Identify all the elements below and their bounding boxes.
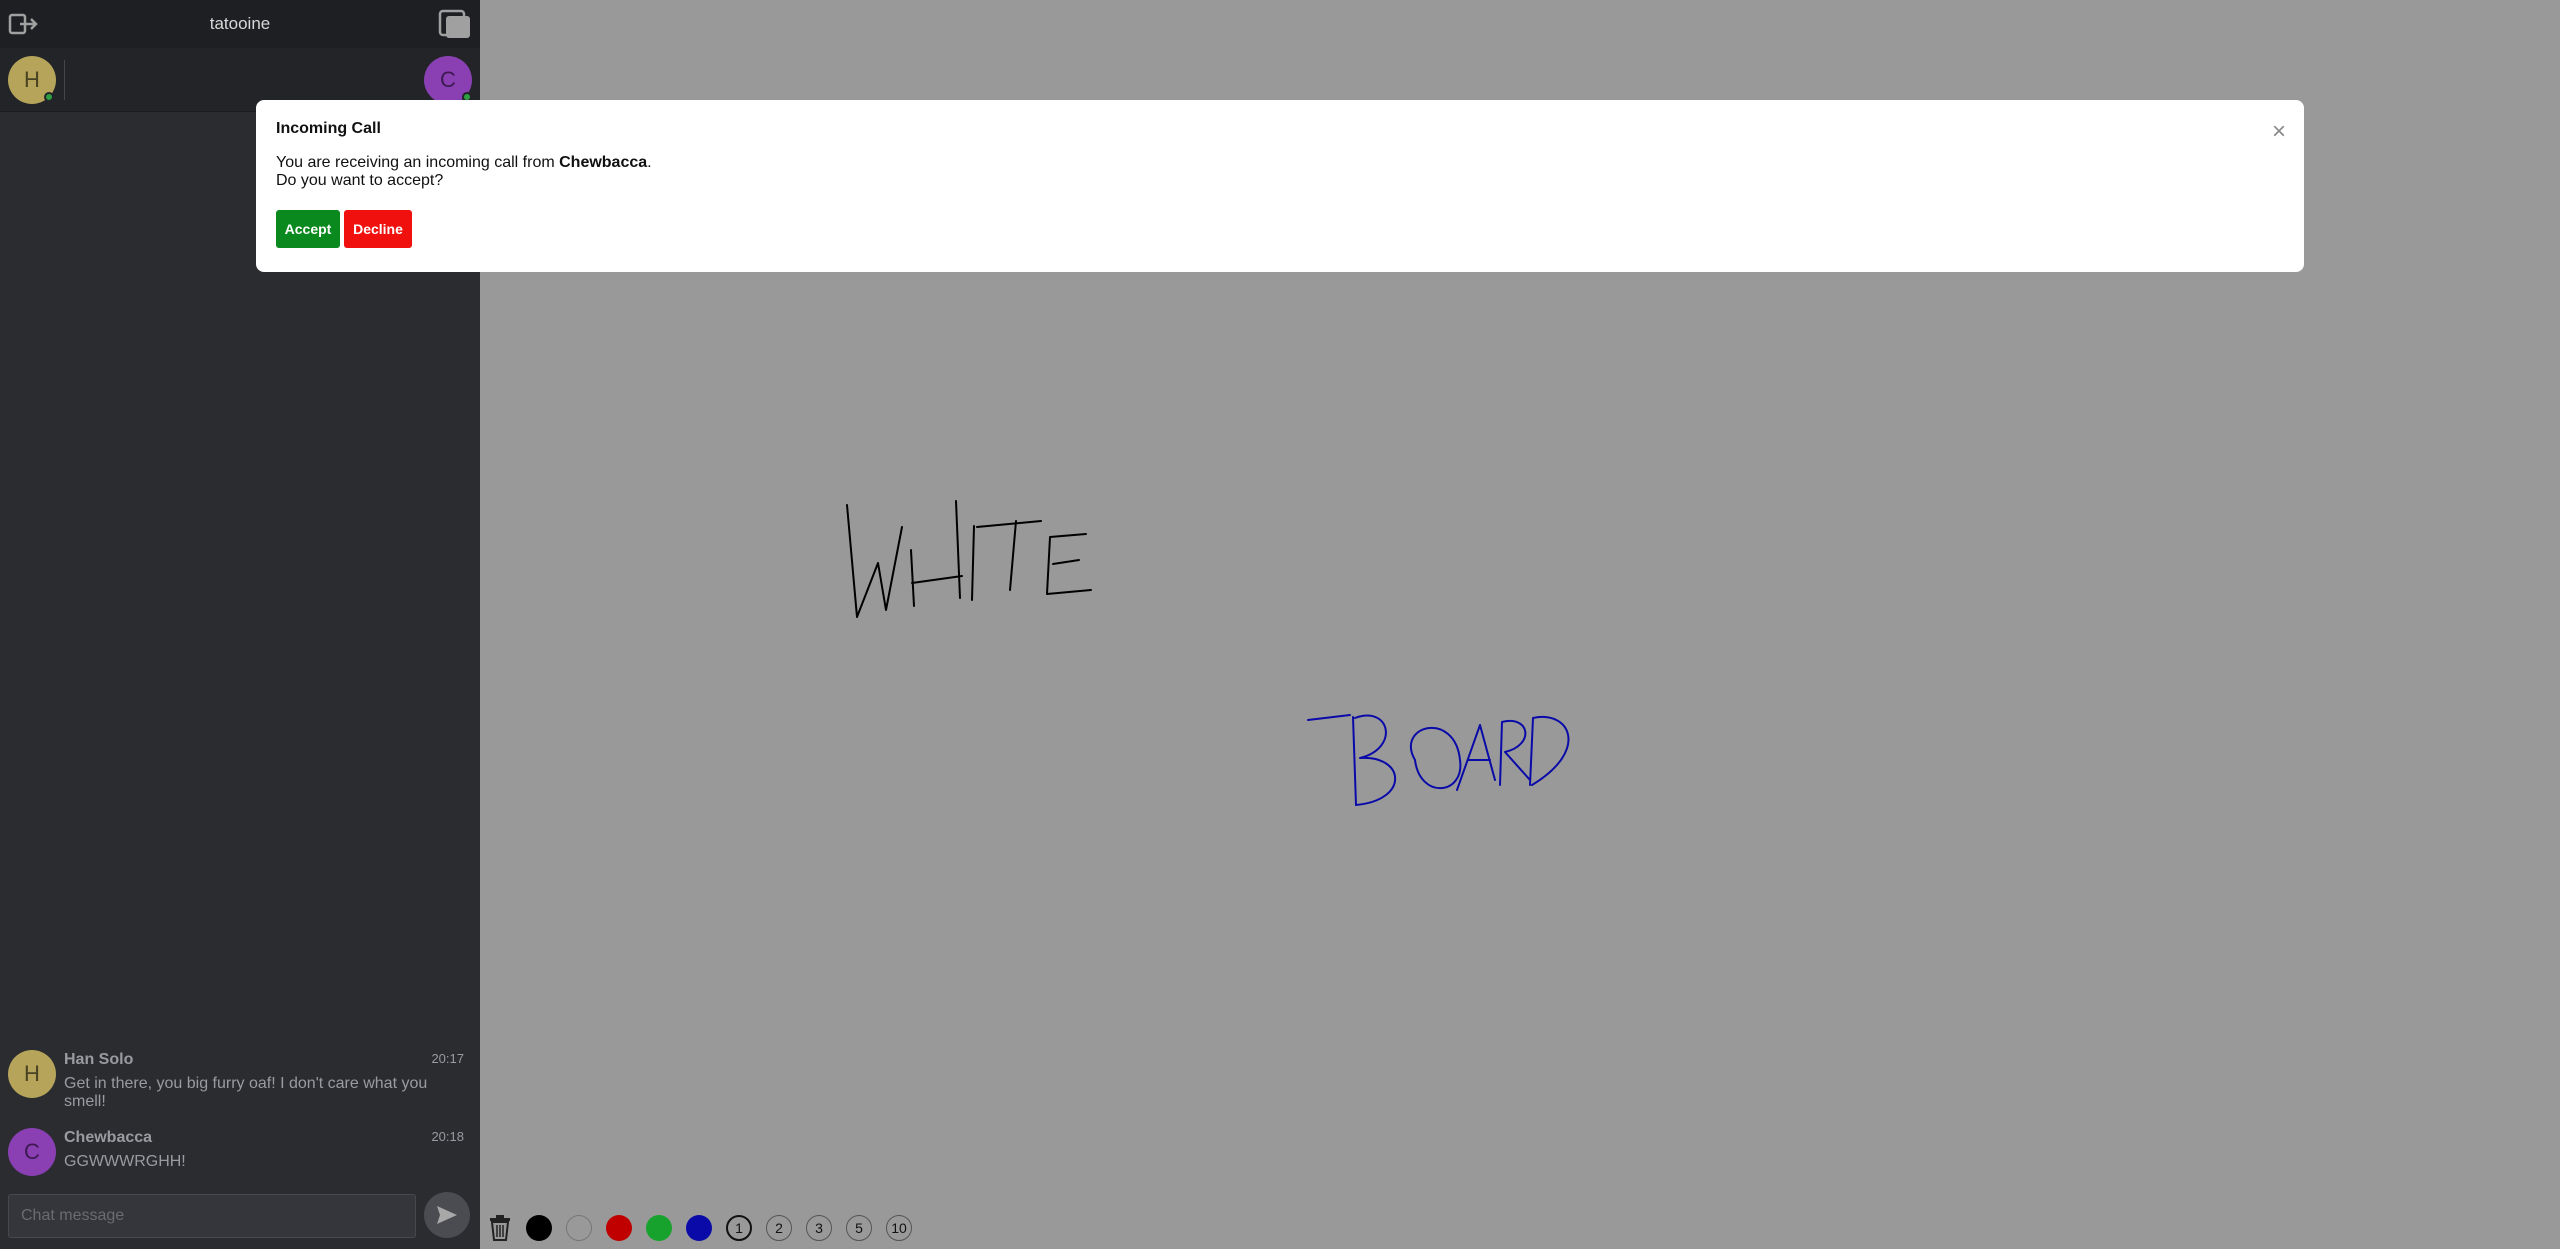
avatar-initial: H [24, 67, 40, 92]
brush-size-button[interactable]: 1 [726, 1215, 752, 1241]
brush-size-button[interactable]: 3 [806, 1215, 832, 1241]
drawing-word-board [1307, 714, 1570, 806]
chat-message-input[interactable] [8, 1194, 416, 1238]
trash-icon[interactable] [488, 1214, 512, 1242]
decline-button[interactable]: Decline [344, 210, 412, 248]
avatar: C [8, 1128, 56, 1176]
dialog-question: Do you want to accept? [276, 172, 444, 189]
avatar-initial: C [440, 67, 456, 92]
whiteboard-toolbar: 1 2 3 5 10 [488, 1212, 926, 1244]
avatar: H [8, 1050, 56, 1098]
sidebar-header: tatooine [0, 0, 480, 48]
color-swatch-blue[interactable] [686, 1215, 712, 1241]
message-time: 20:18 [431, 1129, 464, 1144]
drawing-word-white [846, 500, 1092, 618]
send-icon [437, 1206, 457, 1224]
incoming-call-dialog: Incoming Call × You are receiving an inc… [256, 100, 2304, 272]
room-title: tatooine [209, 14, 271, 33]
color-swatch-gray[interactable] [566, 1215, 592, 1241]
app-root: tatooine H C H Han Solo 20:17 Get in the… [0, 0, 2560, 1249]
color-swatch-black[interactable] [526, 1215, 552, 1241]
accept-button[interactable]: Accept [276, 210, 340, 248]
message-item: H Han Solo 20:17 Get in there, you big f… [0, 1040, 480, 1118]
send-button[interactable] [424, 1192, 470, 1238]
color-swatch-red[interactable] [606, 1215, 632, 1241]
close-icon[interactable]: × [2272, 120, 2286, 144]
avatar-initial: H [24, 1061, 40, 1086]
message-time: 20:17 [431, 1051, 464, 1066]
dialog-body: You are receiving an incoming call from … [276, 154, 652, 190]
brush-size-button[interactable]: 5 [846, 1215, 872, 1241]
online-status-dot [44, 92, 54, 102]
brush-size-button[interactable]: 2 [766, 1215, 792, 1241]
dialog-message-suffix: . [647, 154, 652, 171]
dialog-message: You are receiving an incoming call from … [276, 154, 652, 172]
caller-name: Chewbacca [559, 154, 648, 171]
leave-room-icon[interactable] [8, 12, 40, 36]
color-swatch-green[interactable] [646, 1215, 672, 1241]
message-text: GGWWWRGHH! [64, 1153, 186, 1170]
divider [64, 60, 65, 100]
message-item: C Chewbacca 20:18 GGWWWRGHH! [0, 1118, 480, 1188]
message-text: Get in there, you big furry oaf! I don't… [64, 1075, 428, 1110]
brush-size-button[interactable]: 10 [886, 1215, 912, 1241]
avatar-initial: C [24, 1139, 40, 1164]
message-author: Han Solo [64, 1051, 134, 1068]
dialog-message-prefix: You are receiving an incoming call from [276, 154, 560, 171]
dialog-title: Incoming Call [276, 120, 381, 137]
popout-window-icon[interactable] [438, 8, 472, 40]
message-author: Chewbacca [64, 1129, 153, 1146]
